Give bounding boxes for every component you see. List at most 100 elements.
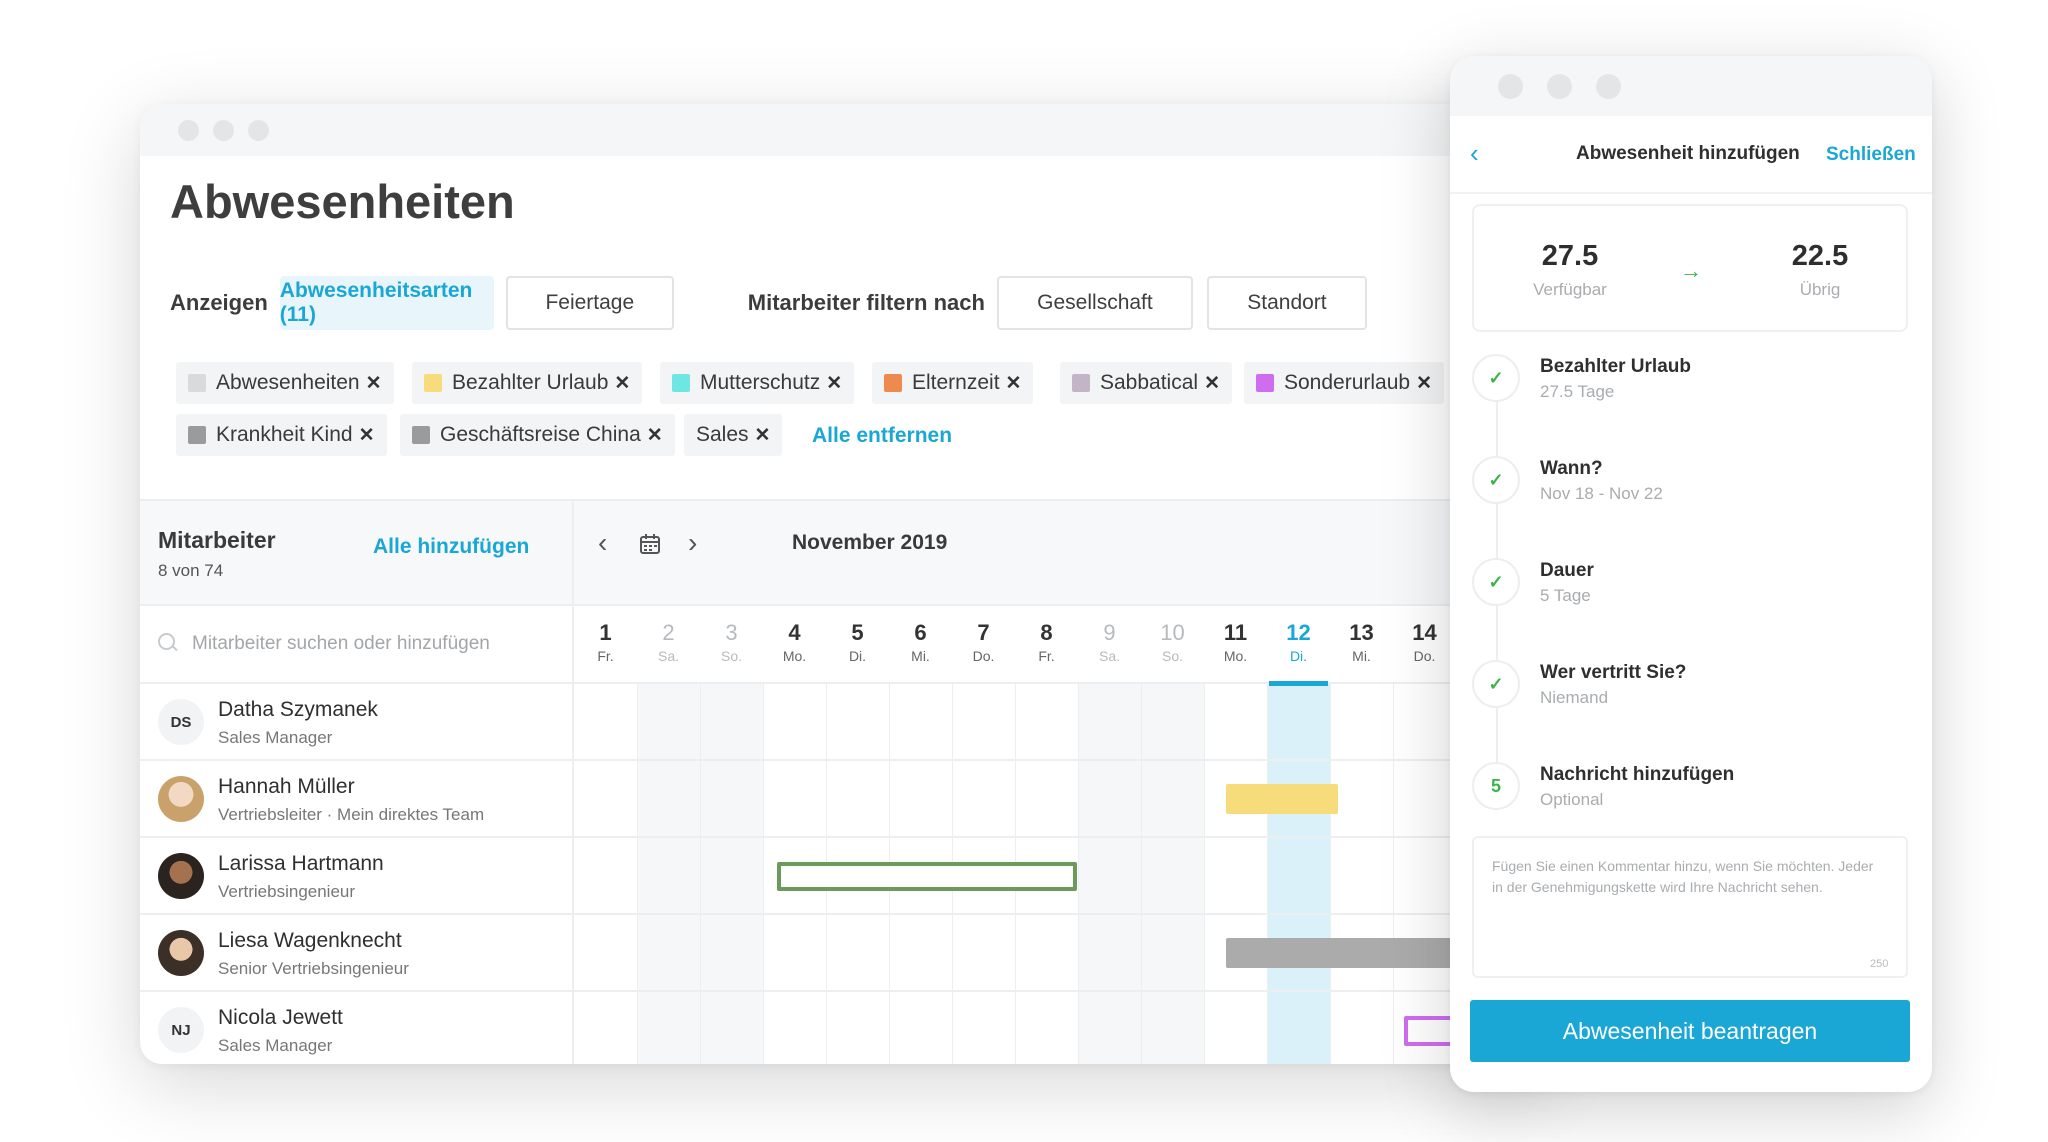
filter-tag: Sales ✕: [684, 414, 783, 456]
day-column-header[interactable]: 2 Sa.: [637, 606, 700, 684]
add-absence-panel: ‹ Abwesenheit hinzufügen Schließen 27.5 …: [1450, 56, 1932, 1092]
remove-tag-icon[interactable]: ✕: [826, 372, 842, 395]
tag-label: Sonderurlaub: [1284, 371, 1411, 394]
filter-tag: Elternzeit ✕: [872, 362, 1034, 404]
day-column-header[interactable]: 7 Do.: [952, 606, 1015, 684]
remove-all-link[interactable]: Alle entfernen: [812, 424, 952, 448]
check-icon: ✓: [1472, 456, 1520, 504]
tag-color-swatch: [424, 374, 442, 392]
comment-field[interactable]: [1472, 836, 1908, 978]
day-column-header[interactable]: 3 So.: [700, 606, 763, 684]
remove-tag-icon[interactable]: ✕: [755, 424, 771, 447]
day-column-header[interactable]: 10 So.: [1141, 606, 1204, 684]
tag-color-swatch: [1256, 374, 1274, 392]
step-duration[interactable]: ✓ Dauer 5 Tage: [1472, 558, 1908, 648]
day-column-header[interactable]: 5 Di.: [826, 606, 889, 684]
remove-tag-icon[interactable]: ✕: [366, 372, 382, 395]
step-value: Nov 18 - Nov 22: [1540, 484, 1663, 503]
employee-row[interactable]: Larissa Hartmann Vertriebsingenieur: [140, 838, 1540, 915]
day-column-header[interactable]: 6 Mi.: [889, 606, 952, 684]
tag-label: Geschäftsreise China: [440, 423, 641, 446]
filter-row: Anzeigen Abwesenheitsarten (11) Feiertag…: [170, 276, 1367, 330]
check-icon: ✓: [1472, 660, 1520, 708]
tag-color-swatch: [188, 426, 206, 444]
employee-role: Senior Vertriebsingenieur: [218, 959, 409, 978]
step-value: Optional: [1540, 790, 1604, 809]
prev-month-icon[interactable]: ‹: [598, 527, 607, 559]
absences-window: Abwesenheiten Anzeigen Abwesenheitsarten…: [140, 104, 1540, 1064]
employee-row[interactable]: DS Datha Szymanek Sales Manager: [140, 684, 1540, 761]
request-absence-button[interactable]: Abwesenheit beantragen: [1470, 1000, 1910, 1062]
holidays-button[interactable]: Feiertage: [505, 276, 674, 330]
remove-tag-icon[interactable]: ✕: [647, 424, 663, 447]
check-icon: ✓: [1472, 558, 1520, 606]
absence-bar-business-trip[interactable]: [777, 862, 1077, 891]
employee-row[interactable]: NJ Nicola Jewett Sales Manager: [140, 992, 1540, 1064]
days-header: 1 Fr. 2 Sa. 3 So. 4 Mo. 5 Di. 6 Mi. 7 Do. 8 Fr. …: [574, 606, 1540, 686]
employees-title: Mitarbeiter: [158, 527, 276, 553]
filter-tag: Abwesenheiten ✕: [176, 362, 394, 404]
filter-tag: Krankheit Kind ✕: [176, 414, 387, 456]
step-title: Wer vertritt Sie?: [1540, 662, 1687, 683]
day-column-header[interactable]: 9 Sa.: [1078, 606, 1141, 684]
day-column-header[interactable]: 8 Fr.: [1015, 606, 1078, 684]
tag-color-swatch: [1072, 374, 1090, 392]
window-dot: [1596, 73, 1621, 99]
employee-search-input[interactable]: [192, 633, 552, 655]
step-substitute[interactable]: ✓ Wer vertritt Sie? Niemand: [1472, 660, 1908, 750]
window-dot: [1498, 73, 1523, 99]
tag-label: Abwesenheiten: [216, 371, 360, 394]
avatar: DS: [158, 699, 204, 745]
window-titlebar: [140, 104, 1540, 156]
employee-row[interactable]: Hannah Müller Vertriebsleiter · Mein dir…: [140, 761, 1540, 838]
employee-role: Sales Manager: [218, 728, 333, 747]
tag-color-swatch: [188, 374, 206, 392]
tag-label: Sales: [696, 423, 749, 446]
panel-titlebar: [1450, 56, 1932, 116]
avatar: [158, 930, 204, 976]
current-month: November 2019: [792, 531, 948, 554]
remove-tag-icon[interactable]: ✕: [359, 424, 375, 447]
remove-tag-icon[interactable]: ✕: [614, 372, 630, 395]
location-filter-button[interactable]: Standort: [1206, 276, 1367, 330]
window-dot: [248, 119, 269, 141]
calendar-icon[interactable]: [638, 531, 662, 563]
day-column-header[interactable]: 11 Mo.: [1204, 606, 1267, 684]
tag-color-swatch: [672, 374, 690, 392]
check-icon: ✓: [1472, 354, 1520, 402]
remove-tag-icon[interactable]: ✕: [1416, 372, 1432, 395]
next-month-icon[interactable]: ›: [688, 527, 697, 559]
filter-tag: Sabbatical ✕: [1060, 362, 1232, 404]
today-column-header[interactable]: 12 Di.: [1267, 606, 1330, 686]
tag-color-swatch: [412, 426, 430, 444]
step-when[interactable]: ✓ Wann? Nov 18 - Nov 22: [1472, 456, 1908, 546]
avatar: [158, 853, 204, 899]
employee-row[interactable]: Liesa Wagenknecht Senior Vertriebsingeni…: [140, 915, 1540, 992]
remaining-label: Übrig: [1799, 280, 1841, 299]
window-dot: [178, 119, 199, 141]
day-column-header[interactable]: 4 Mo.: [763, 606, 826, 684]
day-column-header[interactable]: 13 Mi.: [1330, 606, 1393, 684]
back-icon[interactable]: ‹: [1470, 138, 1479, 169]
company-filter-button[interactable]: Gesellschaft: [996, 276, 1193, 330]
employee-name: Liesa Wagenknecht: [218, 929, 402, 952]
remove-tag-icon[interactable]: ✕: [1204, 372, 1220, 395]
absence-types-button[interactable]: Abwesenheitsarten (11): [279, 276, 494, 330]
step-absence-type[interactable]: ✓ Bezahlter Urlaub 27.5 Tage: [1472, 354, 1908, 444]
absence-bar-paid-leave[interactable]: [1226, 784, 1338, 814]
remove-tag-icon[interactable]: ✕: [1006, 372, 1022, 395]
search-icon: [158, 633, 180, 655]
available-days: 27.5: [1541, 240, 1599, 272]
window-dot: [1547, 73, 1572, 99]
day-column-header[interactable]: 14 Do.: [1393, 606, 1456, 684]
employee-filter-label: Mitarbeiter filtern nach: [747, 290, 985, 315]
tag-label: Mutterschutz: [700, 371, 821, 394]
step-value: 27.5 Tage: [1540, 382, 1615, 401]
arrow-right-icon: →: [1680, 258, 1702, 283]
add-all-link[interactable]: Alle hinzufügen: [373, 535, 529, 559]
step-title: Wann?: [1540, 458, 1603, 479]
employee-name: Hannah Müller: [218, 775, 355, 798]
step-number: 5: [1472, 762, 1520, 810]
close-link[interactable]: Schließen: [1826, 144, 1916, 166]
day-column-header[interactable]: 1 Fr.: [574, 606, 637, 684]
